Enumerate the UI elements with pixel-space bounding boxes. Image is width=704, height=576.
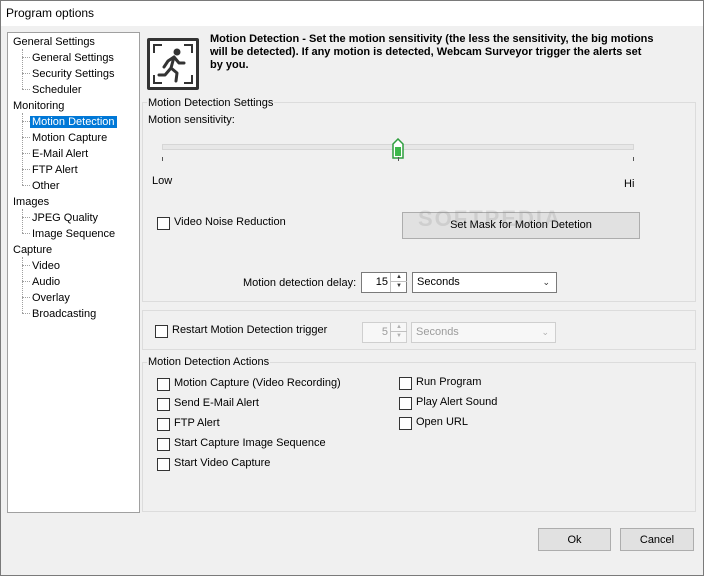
delay-label: Motion detection delay:	[243, 277, 357, 289]
tree-item-scheduler[interactable]: Scheduler	[30, 83, 84, 98]
action-run-program-label: Run Program	[416, 376, 482, 388]
tree-connector	[22, 113, 23, 185]
motion-settings-group-title: Motion Detection Settings	[147, 97, 275, 109]
watermark: SOFTPEDIA	[418, 206, 562, 231]
tree-node-general-settings[interactable]: General Settings	[11, 35, 97, 50]
tree-node-images[interactable]: Images	[11, 195, 51, 210]
noise-reduction-checkbox[interactable]	[157, 217, 170, 230]
action-motion-capture-checkbox[interactable]	[157, 378, 170, 391]
page-description: Motion Detection - Set the motion sensit…	[210, 33, 654, 71]
tree-connector	[22, 121, 30, 122]
spin-down-icon[interactable]: ▼	[391, 332, 407, 341]
restart-spinner[interactable]: 5 ▲ ▼	[362, 322, 407, 343]
running-man-icon	[147, 38, 199, 90]
tree-item-audio[interactable]: Audio	[30, 275, 62, 290]
tree-connector	[22, 217, 30, 218]
tree-connector	[22, 209, 23, 233]
action-send-email-label: Send E-Mail Alert	[174, 397, 259, 409]
action-ftp-alert-label: FTP Alert	[174, 417, 220, 429]
delay-unit-select[interactable]: Seconds ⌄	[412, 272, 557, 293]
action-open-url-checkbox[interactable]	[399, 417, 412, 430]
action-capture-sequence-checkbox[interactable]	[157, 438, 170, 451]
action-run-program-checkbox[interactable]	[399, 377, 412, 390]
action-play-sound-checkbox[interactable]	[399, 397, 412, 410]
tree-connector	[22, 57, 30, 58]
slider-low-label: Low	[152, 175, 173, 187]
chevron-down-icon: ⌄	[541, 327, 549, 337]
title-bar: Program options	[0, 0, 704, 26]
tree-connector	[22, 169, 30, 170]
tree-connector	[22, 153, 30, 154]
options-tree[interactable]: General Settings General Settings Securi…	[7, 32, 140, 513]
tree-item-email-alert[interactable]: E-Mail Alert	[30, 147, 90, 162]
slider-tick-mid	[398, 157, 399, 161]
tree-connector	[22, 89, 30, 90]
tree-connector	[22, 281, 30, 282]
tree-node-monitoring[interactable]: Monitoring	[11, 99, 66, 114]
noise-reduction-label: Video Noise Reduction	[174, 216, 286, 228]
slider-tick-min	[162, 157, 163, 161]
tree-item-other[interactable]: Other	[30, 179, 62, 194]
action-start-video-label: Start Video Capture	[174, 457, 271, 469]
tree-item-image-sequence[interactable]: Image Sequence	[30, 227, 117, 242]
restart-spinner-arrows[interactable]: ▲ ▼	[390, 323, 407, 342]
action-start-video-checkbox[interactable]	[157, 458, 170, 471]
action-motion-capture-label: Motion Capture (Video Recording)	[174, 377, 341, 389]
tree-item-general-settings[interactable]: General Settings	[30, 51, 116, 66]
spin-up-icon[interactable]: ▲	[391, 323, 407, 332]
tree-connector	[22, 73, 30, 74]
spin-down-icon[interactable]: ▼	[391, 282, 407, 291]
tree-item-broadcasting[interactable]: Broadcasting	[30, 307, 98, 322]
action-open-url-label: Open URL	[416, 416, 468, 428]
restart-trigger-checkbox[interactable]	[155, 325, 168, 338]
tree-node-capture[interactable]: Capture	[11, 243, 54, 258]
delay-spinner[interactable]: 15 ▲ ▼	[361, 272, 407, 293]
tree-connector	[22, 265, 30, 266]
tree-item-motion-detection[interactable]: Motion Detection	[30, 115, 117, 130]
tree-connector	[22, 137, 30, 138]
tree-connector	[22, 313, 30, 314]
chevron-down-icon: ⌄	[542, 277, 550, 287]
tree-item-security-settings[interactable]: Security Settings	[30, 67, 117, 82]
action-play-sound-label: Play Alert Sound	[416, 396, 498, 408]
sensitivity-label: Motion sensitivity:	[148, 114, 235, 126]
action-capture-sequence-label: Start Capture Image Sequence	[174, 437, 326, 449]
tree-connector	[22, 233, 30, 234]
action-ftp-alert-checkbox[interactable]	[157, 418, 170, 431]
ok-button[interactable]: Ok	[538, 528, 611, 551]
actions-group-title: Motion Detection Actions	[147, 356, 271, 368]
tree-connector	[22, 49, 23, 89]
action-send-email-checkbox[interactable]	[157, 398, 170, 411]
cancel-button[interactable]: Cancel	[620, 528, 694, 551]
delay-spinner-arrows[interactable]: ▲ ▼	[390, 273, 407, 292]
tree-item-jpeg-quality[interactable]: JPEG Quality	[30, 211, 100, 226]
tree-connector	[22, 297, 30, 298]
slider-tick-max	[633, 157, 634, 161]
restart-unit-select[interactable]: Seconds ⌄	[411, 322, 556, 343]
tree-item-motion-capture[interactable]: Motion Capture	[30, 131, 109, 146]
tree-item-ftp-alert[interactable]: FTP Alert	[30, 163, 80, 178]
tree-connector	[22, 185, 30, 186]
window-title: Program options	[6, 6, 95, 20]
spin-up-icon[interactable]: ▲	[391, 273, 407, 282]
tree-item-overlay[interactable]: Overlay	[30, 291, 72, 306]
slider-hi-label: Hi	[624, 178, 635, 190]
restart-trigger-label: Restart Motion Detection trigger	[172, 324, 328, 336]
tree-item-video[interactable]: Video	[30, 259, 62, 274]
